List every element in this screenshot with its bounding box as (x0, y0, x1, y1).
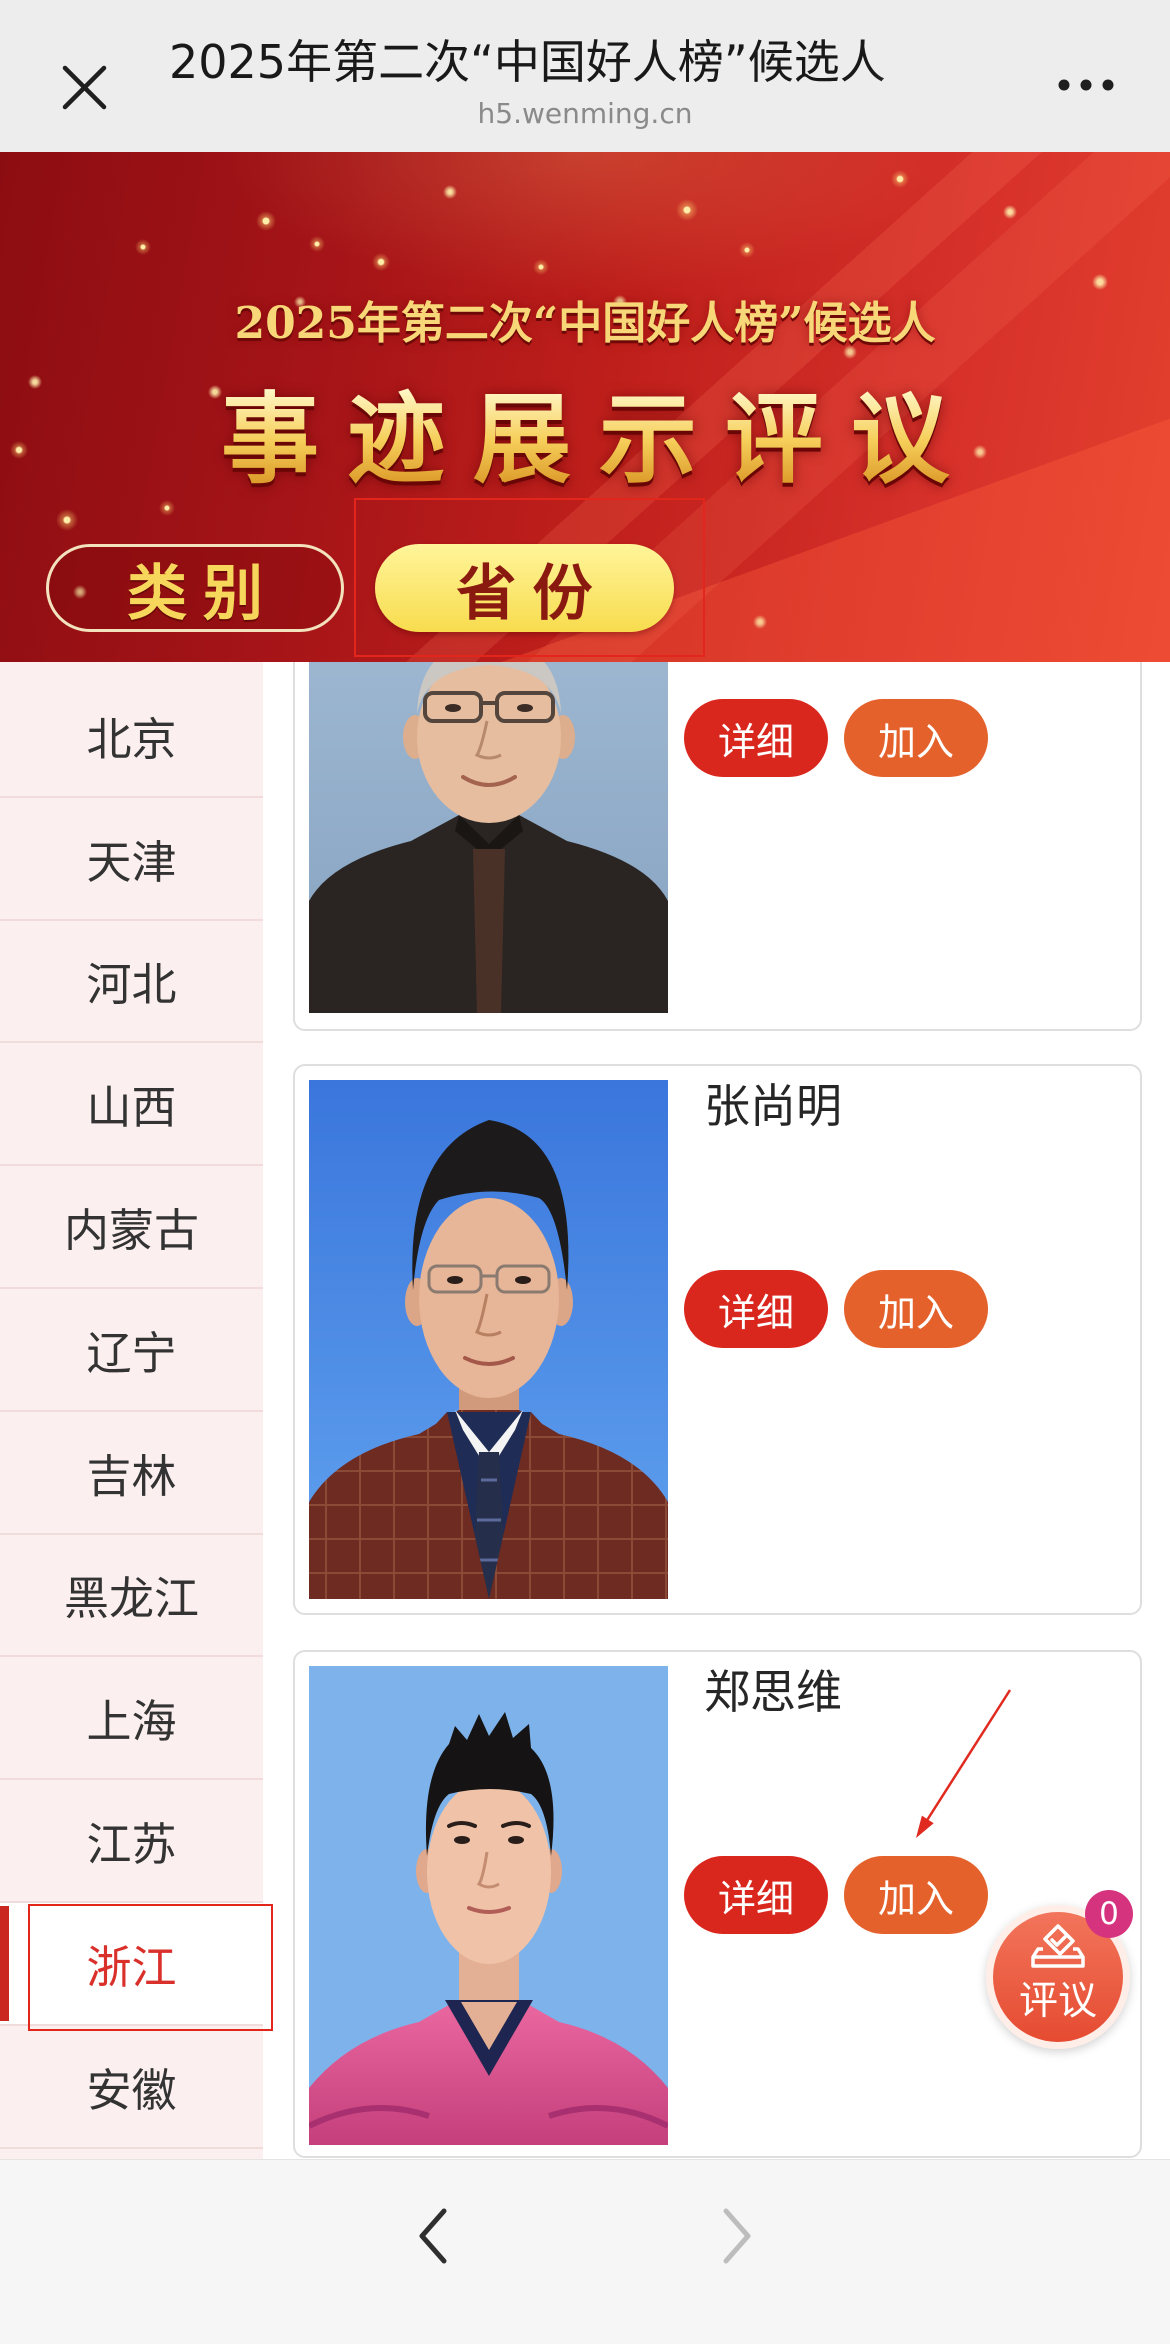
candidate-photo[interactable] (309, 1080, 668, 1599)
candidate-name: 张尚明 (704, 1079, 842, 1133)
candidate-card: 详细 加入 (293, 662, 1142, 1031)
more-icon[interactable] (1056, 79, 1116, 91)
join-button[interactable]: 加入 (844, 1270, 988, 1348)
page-title: 2025年第二次“中国好人榜”候选人 (169, 35, 886, 89)
sidebar-item-liaoning[interactable]: 辽宁 (0, 1289, 263, 1412)
annotation-box-province-tab (354, 498, 705, 657)
candidate-photo[interactable] (309, 1666, 668, 2145)
sidebar-item-jilin[interactable]: 吉林 (0, 1412, 263, 1535)
candidate-photo[interactable] (309, 662, 668, 1013)
join-button[interactable]: 加入 (844, 1856, 988, 1934)
tab-category[interactable]: 类别 (46, 544, 344, 632)
sidebar-item-beijing[interactable]: 北京 (0, 675, 263, 798)
event-banner: 2025年第二次“中国好人榜”候选人 事迹展示评议 类别 省份 (0, 152, 1170, 662)
detail-button[interactable]: 详细 (684, 699, 828, 777)
banner-subtitle: 2025年第二次“中国好人榜”候选人 (234, 298, 936, 349)
page-domain: h5.wenming.cn (477, 97, 693, 130)
sidebar-item-tianjin[interactable]: 天津 (0, 798, 263, 921)
detail-button[interactable]: 详细 (684, 1270, 828, 1348)
join-button[interactable]: 加入 (844, 699, 988, 777)
sidebar-item-hebei[interactable]: 河北 (0, 921, 263, 1044)
candidate-card: 郑思维 详细 加入 (293, 1650, 1142, 2158)
top-bar: 2025年第二次“中国好人榜”候选人 h5.wenming.cn (0, 0, 1170, 152)
sidebar-item-neimenggu[interactable]: 内蒙古 (0, 1166, 263, 1289)
chevron-right-icon[interactable] (722, 2208, 752, 2264)
chevron-left-icon[interactable] (418, 2208, 448, 2264)
sidebar-item-shanxi[interactable]: 山西 (0, 1043, 263, 1167)
ballot-box-icon (1031, 1924, 1085, 1968)
sidebar-item-jiangsu[interactable]: 江苏 (0, 1780, 263, 1903)
bottom-nav-bar (0, 2159, 1170, 2344)
main-content: 北京 天津 河北 山西 内蒙古 辽宁 吉林 黑龙江 上海 江苏 浙江 安徽 详细… (0, 662, 1170, 2159)
banner-title: 事迹展示评议 (0, 378, 1170, 502)
review-count-badge: 0 (1085, 1890, 1133, 1938)
candidate-name: 郑思维 (704, 1665, 842, 1719)
sidebar-item-shanghai[interactable]: 上海 (0, 1657, 263, 1781)
candidate-card: 张尚明 详细 加入 (293, 1064, 1142, 1615)
detail-button[interactable]: 详细 (684, 1856, 828, 1934)
sidebar-item-heilongjiang[interactable]: 黑龙江 (0, 1535, 263, 1658)
sidebar-item-anhui[interactable]: 安徽 (0, 2026, 263, 2149)
review-button-label: 评议 (1018, 1979, 1097, 2024)
annotation-box-zhejiang (28, 1904, 273, 2031)
